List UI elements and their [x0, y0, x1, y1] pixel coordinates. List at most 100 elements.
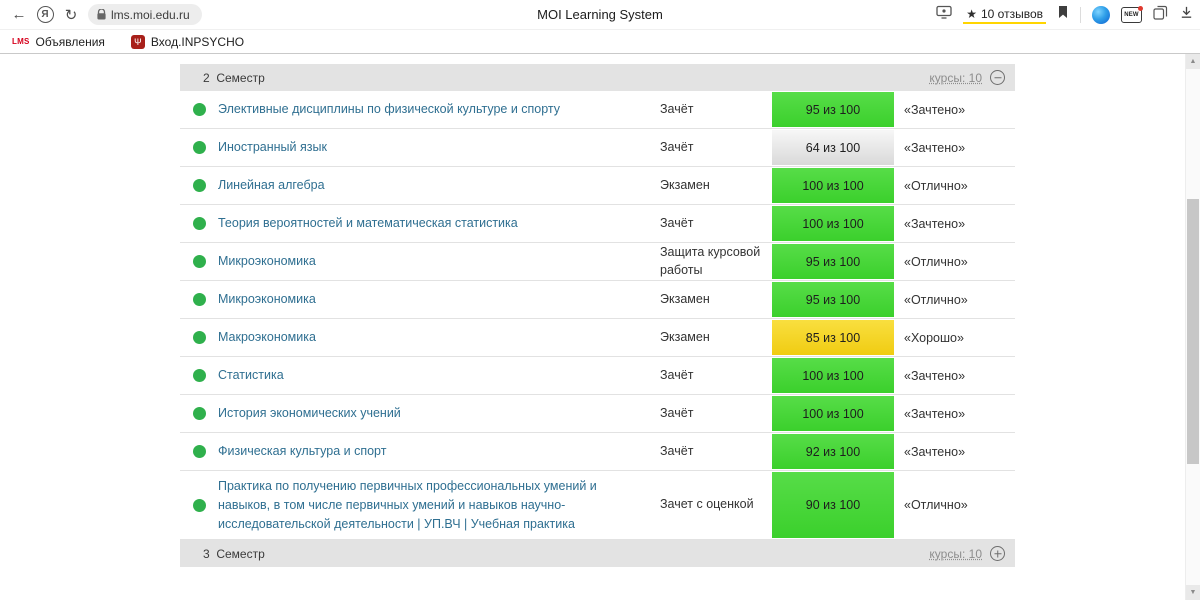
star-icon: ★	[966, 7, 977, 21]
lock-icon	[97, 9, 106, 20]
completed-status-icon	[192, 179, 206, 192]
course-link[interactable]: История экономических учений	[218, 406, 401, 420]
grade-text: «Зачтено»	[904, 406, 966, 421]
score-badge: 100 из 100	[772, 206, 894, 241]
toolbar-right: ★ 10 отзывов NEW	[928, 4, 1194, 25]
page-content: 2 Семестр курсы: 10 Элективные дисциплин…	[0, 54, 1200, 600]
table-row: Микроэкономика Защита курсовой работы 95…	[180, 243, 1015, 281]
score-cell: 85 из 100	[772, 319, 894, 356]
bookmark-announcements[interactable]: LMS Объявления	[12, 35, 105, 49]
assessment-type: Экзамен	[660, 329, 710, 344]
semester-title: 3 Семестр	[203, 546, 265, 561]
downloads-icon[interactable]	[1179, 5, 1194, 25]
completed-status-icon	[192, 217, 206, 230]
scroll-up-arrow[interactable]: ▲	[1186, 54, 1200, 69]
score-badge: 90 из 100	[772, 472, 894, 539]
grade-text: «Отлично»	[904, 254, 968, 269]
browser-extension-icon[interactable]	[1092, 5, 1110, 24]
browser-toolbar: MOI Learning System ← Я ↻ lms.moi.edu.ru…	[0, 0, 1200, 30]
assessment-type: Зачёт	[660, 101, 694, 116]
inpsycho-favicon: Ψ	[130, 34, 145, 49]
yandex-button[interactable]: Я	[32, 3, 58, 27]
assessment-type: Зачёт	[660, 405, 694, 420]
grade-text: «Зачтено»	[904, 140, 966, 155]
score-badge: 100 из 100	[772, 358, 894, 393]
table-row: Иностранный язык Зачёт 64 из 100 «Зачтен…	[180, 129, 1015, 167]
back-button[interactable]: ←	[6, 3, 32, 27]
table-row: Линейная алгебра Экзамен 100 из 100 «Отл…	[180, 167, 1015, 205]
grade-text: «Зачтено»	[904, 102, 966, 117]
score-badge: 95 из 100	[772, 244, 894, 279]
grade-text: «Зачтено»	[904, 368, 966, 383]
course-link[interactable]: Макроэкономика	[218, 330, 316, 344]
table-row: Физическая культура и спорт Зачёт 92 из …	[180, 433, 1015, 471]
bookmark-label: Вход.INPSYCHO	[150, 34, 245, 49]
back-icon: ←	[11, 6, 27, 23]
course-name-cell: История экономических учений	[218, 398, 660, 429]
course-link[interactable]: Физическая культура и спорт	[218, 444, 386, 458]
screen-share-icon[interactable]	[936, 5, 952, 24]
course-name-cell: Статистика	[218, 360, 660, 391]
score-badge: 95 из 100	[772, 92, 894, 127]
bookmark-flag-icon[interactable]	[1057, 5, 1069, 24]
course-name-cell: Физическая культура и спорт	[218, 436, 660, 467]
assessment-type: Зачёт	[660, 443, 694, 458]
scroll-down-arrow[interactable]: ▼	[1186, 585, 1200, 600]
bookmarks-bar: LMS Объявления Ψ Вход.INPSYCHO	[0, 30, 1200, 54]
course-link[interactable]: Практика по получению первичных професси…	[218, 479, 597, 531]
course-link[interactable]: Линейная алгебра	[218, 178, 325, 192]
score-badge: 85 из 100	[772, 320, 894, 355]
vertical-scrollbar[interactable]: ▲ ▼	[1185, 54, 1200, 600]
course-link[interactable]: Микроэкономика	[218, 292, 316, 306]
completed-status-icon	[192, 331, 206, 344]
reviews-widget[interactable]: ★ 10 отзывов	[963, 5, 1046, 24]
assessment-type: Зачёт	[660, 139, 694, 154]
table-row: Статистика Зачёт 100 из 100 «Зачтено»	[180, 357, 1015, 395]
toolbar-divider	[1080, 6, 1081, 23]
grade-text: «Отлично»	[904, 292, 968, 307]
table-row: История экономических учений Зачёт 100 и…	[180, 395, 1015, 433]
expand-semester-icon[interactable]	[990, 546, 1005, 562]
status-cell	[180, 331, 218, 344]
scrollbar-thumb[interactable]	[1187, 199, 1199, 464]
course-link[interactable]: Теория вероятностей и математическая ста…	[218, 216, 518, 230]
status-cell	[180, 255, 218, 268]
score-cell: 95 из 100	[772, 281, 894, 318]
notification-dot	[1138, 5, 1143, 11]
score-cell: 100 из 100	[772, 357, 894, 394]
status-cell	[180, 179, 218, 192]
assessment-type: Экзамен	[660, 177, 710, 192]
status-cell	[180, 445, 218, 458]
course-name-cell: Макроэкономика	[218, 322, 660, 353]
status-cell	[180, 498, 218, 512]
assessment-type: Зачёт	[660, 367, 694, 382]
assessment-type: Зачёт	[660, 215, 694, 230]
address-bar[interactable]: lms.moi.edu.ru	[88, 4, 202, 25]
score-badge: 95 из 100	[772, 282, 894, 317]
grade-text: «Зачтено»	[904, 216, 966, 231]
refresh-button[interactable]: ↻	[58, 3, 84, 27]
collapse-semester-icon[interactable]	[990, 70, 1005, 85]
courses-count-link[interactable]: курсы: 10	[929, 547, 982, 561]
course-rows: Элективные дисциплины по физической куль…	[180, 91, 1015, 541]
bookmark-label: Объявления	[35, 34, 105, 49]
yandex-icon: Я	[36, 6, 54, 23]
table-row: Теория вероятностей и математическая ста…	[180, 205, 1015, 243]
course-link[interactable]: Элективные дисциплины по физической куль…	[218, 102, 560, 116]
table-row: Микроэкономика Экзамен 95 из 100 «Отличн…	[180, 281, 1015, 319]
course-link[interactable]: Микроэкономика	[218, 254, 316, 268]
status-cell	[180, 217, 218, 230]
courses-count-link[interactable]: курсы: 10	[929, 71, 982, 85]
semester-2-header: 2 Семестр курсы: 10	[180, 64, 1015, 91]
table-row: Практика по получению первичных професси…	[180, 471, 1015, 541]
url-text: lms.moi.edu.ru	[111, 7, 190, 22]
grade-text: «Хорошо»	[904, 330, 964, 345]
course-link[interactable]: Статистика	[218, 368, 284, 382]
new-extension-icon[interactable]: NEW	[1121, 5, 1143, 23]
bookmark-inpsycho-login[interactable]: Ψ Вход.INPSYCHO	[130, 34, 245, 49]
score-cell: 95 из 100	[772, 91, 894, 128]
course-link[interactable]: Иностранный язык	[218, 140, 327, 154]
score-cell: 100 из 100	[772, 205, 894, 242]
assessment-type: Зачет с оценкой	[660, 497, 754, 512]
collections-icon[interactable]	[1153, 5, 1168, 25]
